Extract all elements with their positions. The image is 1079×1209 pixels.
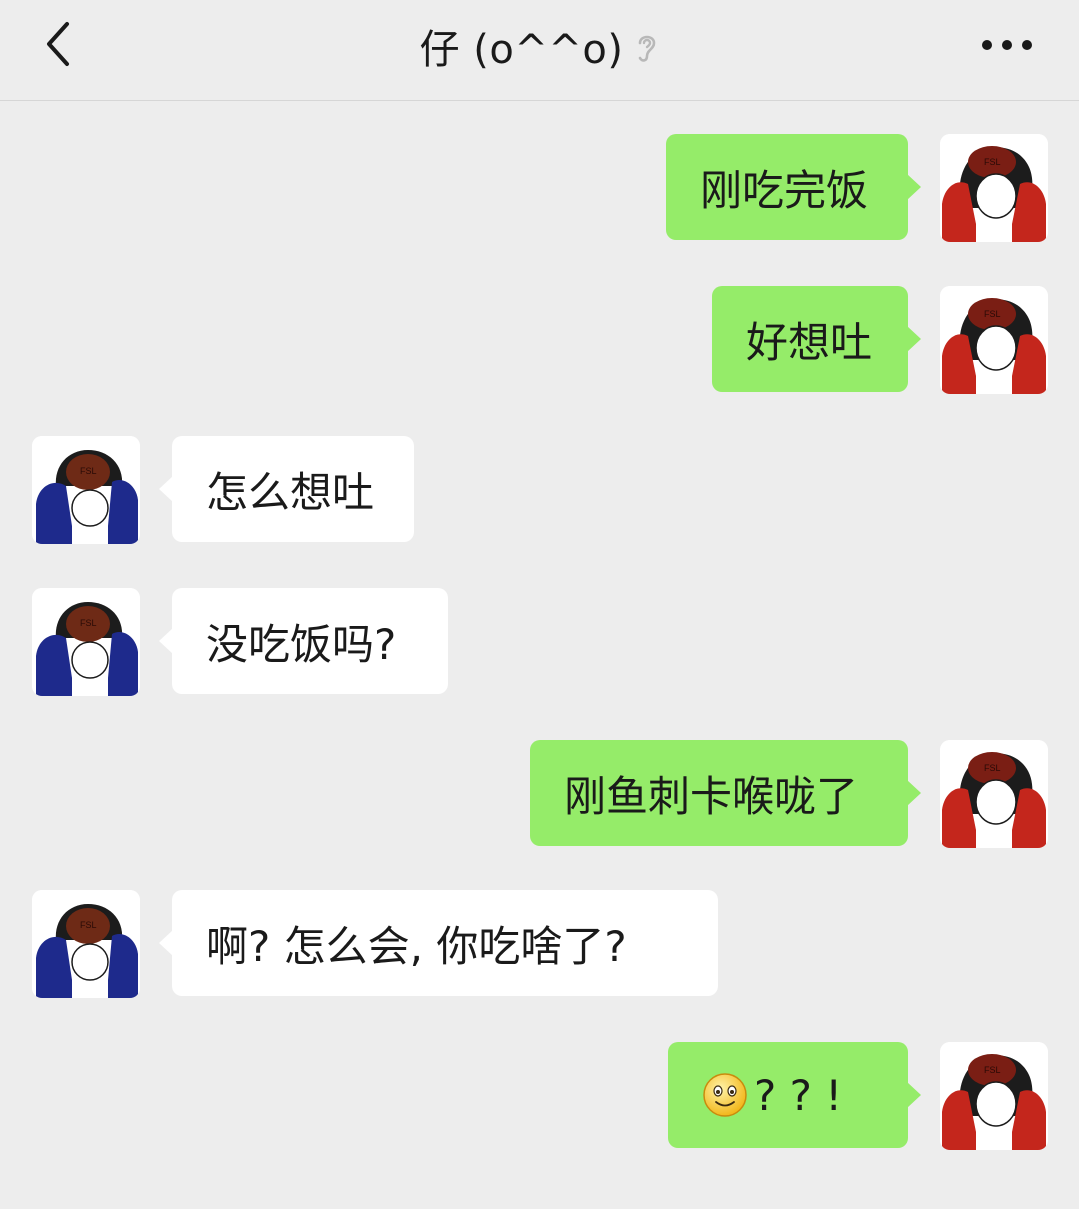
message-bubble-outgoing[interactable]: 好想吐: [712, 286, 921, 392]
contact-avatar[interactable]: FSL: [32, 436, 140, 544]
svg-text:FSL: FSL: [984, 1065, 1001, 1075]
svg-text:FSL: FSL: [984, 763, 1001, 773]
contact-avatar[interactable]: FSL: [32, 890, 140, 998]
self-avatar[interactable]: FSL: [940, 740, 1048, 848]
self-avatar[interactable]: FSL: [940, 286, 1048, 394]
back-button[interactable]: [28, 14, 88, 74]
message-bubble-incoming[interactable]: 怎么想吐: [159, 436, 414, 542]
chat-title: 仔 (o^^o): [419, 27, 624, 73]
girl-avatar-icon: FSL: [940, 740, 1048, 848]
girl-avatar-icon: FSL: [940, 1042, 1048, 1150]
contact-avatar[interactable]: FSL: [32, 588, 140, 696]
chevron-left-icon: [47, 22, 69, 66]
girl-avatar-icon: FSL: [940, 286, 1048, 394]
message-text: 好想吐: [746, 317, 873, 367]
more-button[interactable]: [975, 20, 1039, 70]
svg-text:FSL: FSL: [80, 618, 97, 628]
more-dots-icon: [982, 40, 1032, 50]
boy-avatar-icon: FSL: [32, 588, 140, 696]
message-text: 怎么想吐: [206, 467, 375, 517]
message-bubble-incoming[interactable]: 啊? 怎么会, 你吃啥了?: [159, 890, 718, 996]
ear-icon: [639, 35, 656, 62]
message-bubble-outgoing[interactable]: 刚吃完饭: [666, 134, 921, 240]
message-text: 刚吃完饭: [700, 165, 869, 215]
self-avatar[interactable]: FSL: [940, 1042, 1048, 1150]
svg-text:FSL: FSL: [80, 466, 97, 476]
girl-avatar-icon: FSL: [940, 134, 1048, 242]
boy-avatar-icon: FSL: [32, 436, 140, 544]
svg-text:FSL: FSL: [80, 920, 97, 930]
message-text: 啊? 怎么会, 你吃啥了?: [206, 921, 627, 971]
message-bubble-outgoing[interactable]: 刚鱼刺卡喉咙了: [530, 740, 921, 846]
smile-emoji-icon: [703, 1073, 747, 1117]
message-text: 刚鱼刺卡喉咙了: [564, 771, 859, 821]
svg-text:FSL: FSL: [984, 157, 1001, 167]
svg-text:FSL: FSL: [984, 309, 1001, 319]
message-bubble-incoming[interactable]: 没吃饭吗?: [159, 588, 448, 694]
self-avatar[interactable]: FSL: [940, 134, 1048, 242]
chat-header: 仔 (o^^o): [0, 0, 1079, 101]
message-text: ? ? !: [754, 1070, 843, 1120]
message-bubble-outgoing[interactable]: ? ? !: [668, 1042, 921, 1148]
boy-avatar-icon: FSL: [32, 890, 140, 998]
message-text: 没吃饭吗?: [206, 619, 397, 669]
